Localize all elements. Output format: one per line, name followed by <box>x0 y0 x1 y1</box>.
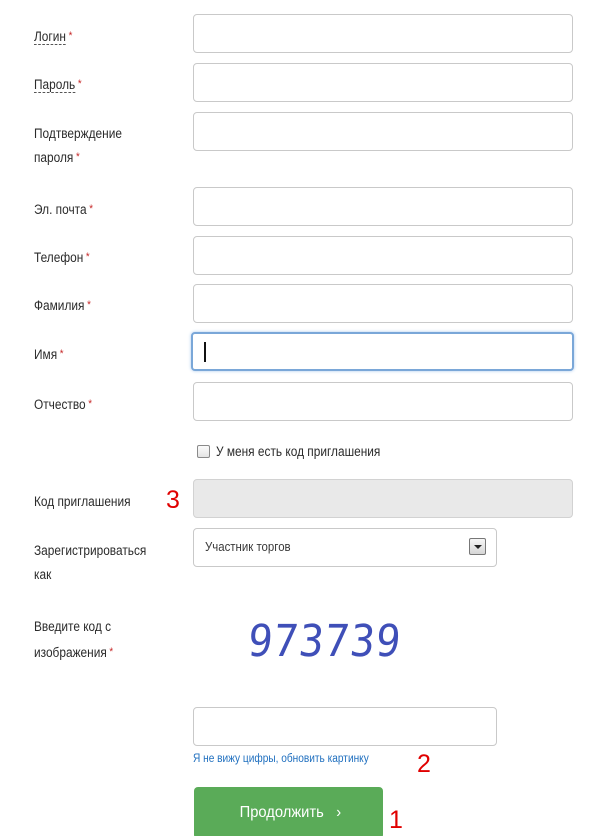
invite-checkbox-row[interactable]: У меня есть код приглашения <box>197 441 403 461</box>
first-name-input[interactable] <box>191 332 574 371</box>
register-as-label-line2: как <box>34 567 52 582</box>
password-confirm-label-line1: Подтверждение <box>34 126 122 141</box>
invite-code-input <box>193 479 573 518</box>
captcha-image-text: 973739 <box>245 616 404 667</box>
chevron-right-icon: › <box>335 804 341 821</box>
password-confirm-label-text: пароля <box>34 150 74 165</box>
password-confirm-label-line2: пароля * <box>34 147 80 168</box>
required-mark: * <box>88 398 93 410</box>
required-mark: * <box>76 151 80 163</box>
password-confirm-input[interactable] <box>193 112 573 151</box>
invite-checkbox[interactable] <box>197 444 210 458</box>
phone-label: Телефон * <box>34 247 90 268</box>
last-name-label: Фамилия * <box>34 295 91 316</box>
annotation-marker-2: 2 <box>417 750 431 778</box>
login-label: Логин * <box>34 26 72 47</box>
required-mark: * <box>85 251 90 263</box>
captcha-label-text: изображения <box>34 645 107 660</box>
annotation-marker-3: 3 <box>166 486 180 514</box>
captcha-input[interactable] <box>193 707 497 746</box>
password-label: Пароль * <box>34 74 82 95</box>
last-name-label-text: Фамилия <box>34 298 85 313</box>
email-input[interactable] <box>193 187 573 226</box>
refresh-captcha-link[interactable]: Я не вижу цифры, обновить картинку <box>193 753 369 765</box>
continue-button-label: Продолжить <box>239 804 324 821</box>
invite-checkbox-label: У меня есть код приглашения <box>216 443 381 459</box>
middle-name-label-text: Отчество <box>34 397 86 412</box>
login-input[interactable] <box>193 14 573 53</box>
register-as-label-line1: Зарегистрироваться <box>34 543 147 558</box>
captcha-label-line2: изображения * <box>34 642 113 663</box>
email-label: Эл. почта * <box>34 199 93 220</box>
first-name-label: Имя * <box>34 344 64 365</box>
first-name-label-text: Имя <box>34 347 58 362</box>
required-mark: * <box>87 299 91 311</box>
login-label-text: Логин <box>34 29 66 45</box>
register-as-selected-value: Участник торгов <box>205 539 291 554</box>
phone-label-text: Телефон <box>34 250 84 265</box>
email-label-text: Эл. почта <box>34 202 87 217</box>
register-as-select[interactable]: Участник торгов <box>193 528 497 567</box>
password-input[interactable] <box>193 63 573 102</box>
required-mark: * <box>77 78 82 90</box>
password-label-text: Пароль <box>34 77 76 93</box>
required-mark: * <box>59 348 64 360</box>
middle-name-label: Отчество * <box>34 394 92 415</box>
text-caret <box>204 342 206 362</box>
chevron-down-icon[interactable] <box>469 538 486 555</box>
middle-name-input[interactable] <box>193 382 573 421</box>
phone-input[interactable] <box>193 236 573 275</box>
continue-button[interactable]: Продолжить › <box>194 787 383 836</box>
last-name-input[interactable] <box>193 284 573 323</box>
required-mark: * <box>109 646 114 658</box>
invite-code-label: Код приглашения <box>34 494 131 509</box>
captcha-image: 973739 <box>245 612 448 680</box>
required-mark: * <box>89 203 93 215</box>
required-mark: * <box>68 30 73 42</box>
captcha-label-line1: Введите код с <box>34 619 112 634</box>
annotation-marker-1: 1 <box>389 806 403 834</box>
